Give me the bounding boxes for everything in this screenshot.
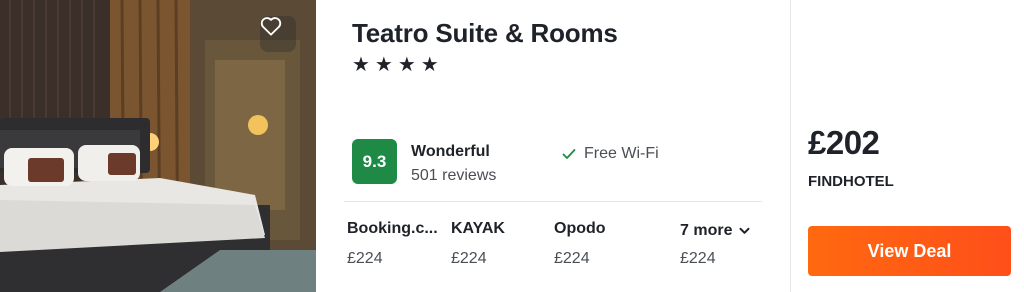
- provider-price-opodo[interactable]: £224: [554, 250, 590, 268]
- more-providers-price[interactable]: £224: [680, 250, 716, 268]
- hotel-name[interactable]: Teatro Suite & Rooms: [352, 18, 618, 49]
- review-count: 501 reviews: [411, 167, 497, 184]
- provider-price-kayak[interactable]: £224: [451, 250, 487, 268]
- provider-name-opodo[interactable]: Opodo: [554, 220, 606, 238]
- heart-icon: [260, 17, 282, 36]
- provider-price-booking[interactable]: £224: [347, 250, 383, 268]
- provider-name-kayak[interactable]: KAYAK: [451, 220, 505, 238]
- review-score-badge: 9.3: [352, 139, 397, 184]
- vertical-divider: [790, 0, 791, 292]
- best-deal-price: £202: [808, 124, 880, 161]
- view-deal-button[interactable]: View Deal: [808, 226, 1011, 276]
- favorite-button[interactable]: [260, 16, 296, 52]
- rating-label: Wonderful: [411, 143, 490, 160]
- hotel-star-rating: ★★★★: [352, 54, 444, 76]
- more-providers-label: 7 more: [680, 222, 733, 239]
- divider: [344, 201, 762, 202]
- more-providers-toggle[interactable]: 7 more: [680, 222, 750, 240]
- hotel-result-card[interactable]: Teatro Suite & Rooms ★★★★ 9.3 Wonderful …: [0, 0, 1024, 292]
- chevron-down-icon: [739, 227, 750, 234]
- amenity-free-wifi: Free Wi-Fi: [562, 145, 659, 163]
- best-deal-seller: FINDHOTEL: [808, 173, 894, 190]
- amenity-label: Free Wi-Fi: [584, 145, 659, 162]
- provider-name-booking[interactable]: Booking.c...: [347, 220, 438, 238]
- hotel-photo[interactable]: [0, 0, 316, 292]
- check-icon: [562, 149, 576, 159]
